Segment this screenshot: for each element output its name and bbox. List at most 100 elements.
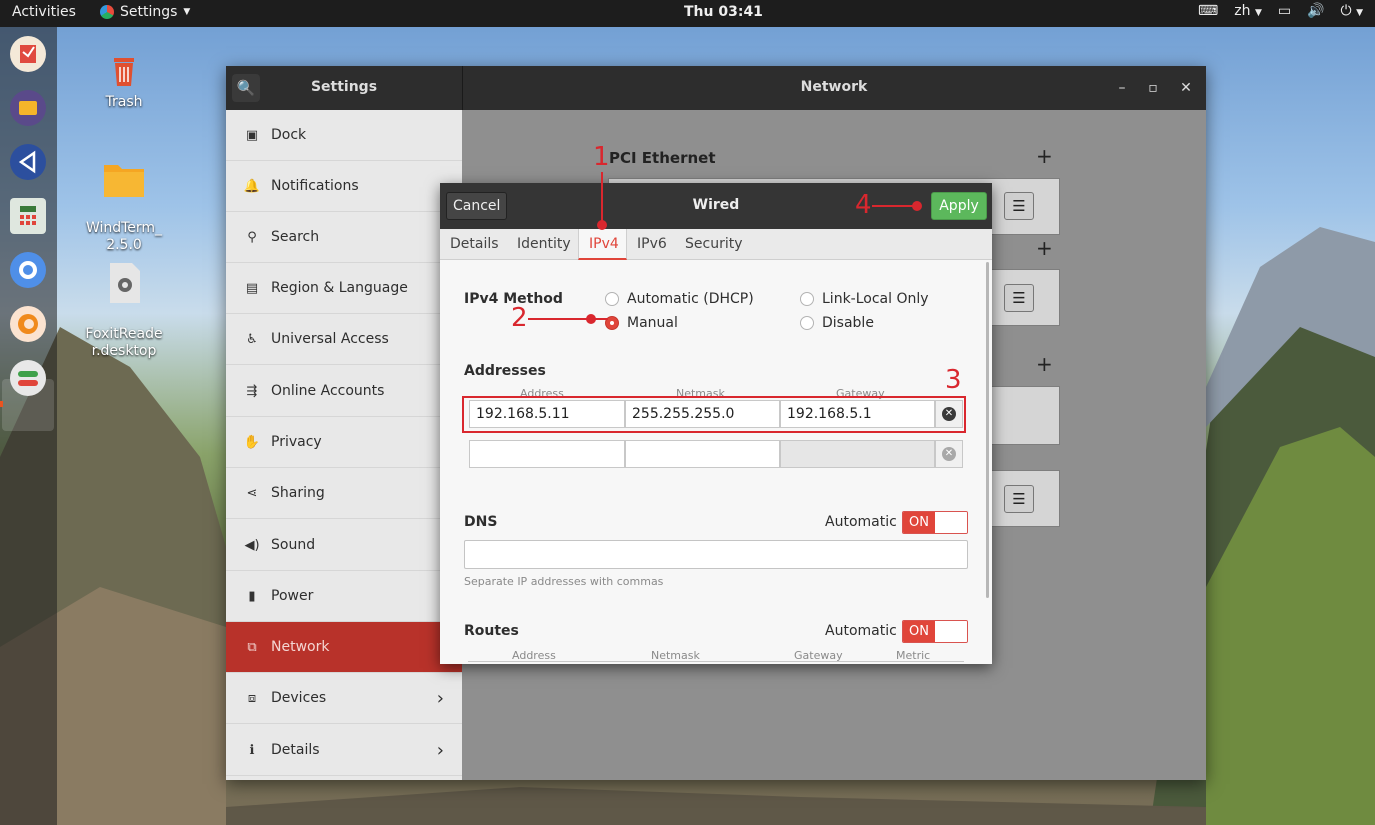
activities-button[interactable]: Activities bbox=[12, 4, 76, 20]
sidebar-item-privacy[interactable]: ✋ Privacy bbox=[226, 417, 462, 468]
dns-input[interactable] bbox=[464, 540, 968, 569]
menu-icon: ☰ bbox=[1012, 490, 1026, 508]
annotation-dot-4 bbox=[912, 201, 922, 211]
sidebar-item-search[interactable]: ⚲ Search bbox=[226, 212, 462, 263]
desktop-icon-trash[interactable]: Trash bbox=[79, 50, 169, 111]
radio-label: Manual bbox=[627, 315, 678, 331]
desktop-icon-windterm[interactable]: WindTerm_ 2.5.0 bbox=[79, 142, 169, 254]
settings-app-icon[interactable] bbox=[10, 360, 46, 396]
clock[interactable]: Thu 03:41 bbox=[684, 4, 763, 20]
calculator-app-icon[interactable] bbox=[10, 198, 46, 234]
sidebar-item-notifications[interactable]: 🔔 Notifications bbox=[226, 161, 462, 212]
screen-icon[interactable]: ▭ bbox=[1278, 3, 1291, 19]
maximize-button[interactable]: ▫ bbox=[1143, 78, 1163, 98]
scrollbar[interactable] bbox=[986, 262, 989, 598]
toggle-knob bbox=[935, 512, 967, 533]
annotation-number-3: 3 bbox=[945, 365, 962, 395]
radio-label: Automatic (DHCP) bbox=[627, 291, 754, 307]
sidebar-item-label: Sharing bbox=[271, 485, 325, 501]
chromium-app-icon[interactable] bbox=[10, 252, 46, 288]
sidebar-item-region-language[interactable]: ▤ Region & Language bbox=[226, 263, 462, 314]
dns-automatic-toggle[interactable]: ON bbox=[902, 511, 968, 534]
files-app-icon[interactable] bbox=[10, 90, 46, 126]
close-button[interactable]: ✕ bbox=[1176, 78, 1196, 98]
plus-icon: + bbox=[1036, 352, 1053, 376]
tab-identity[interactable]: Identity bbox=[517, 236, 571, 252]
add-proxy-button[interactable]: + bbox=[1036, 352, 1053, 376]
notes-app-icon[interactable] bbox=[10, 36, 46, 72]
radio-automatic-dhcp[interactable]: Automatic (DHCP) bbox=[605, 291, 754, 307]
app-menu-label: Settings bbox=[120, 4, 178, 20]
netmask-input[interactable] bbox=[625, 440, 780, 468]
add-ethernet-button[interactable]: + bbox=[1036, 144, 1053, 168]
ethernet-section-title: PCI Ethernet bbox=[609, 149, 716, 167]
hand-icon: ✋ bbox=[243, 434, 261, 450]
extra-settings-button[interactable]: ☰ bbox=[1004, 485, 1034, 513]
input-method-menu[interactable]: zh ▼ bbox=[1234, 3, 1262, 19]
annotation-number-2: 2 bbox=[511, 303, 528, 333]
annotation-arrow-2 bbox=[528, 318, 608, 320]
sidebar-item-network[interactable]: ⧉ Network bbox=[226, 622, 462, 673]
panel-title: Network bbox=[800, 79, 868, 95]
tab-ipv6[interactable]: IPv6 bbox=[637, 236, 667, 252]
network-icon: ⧉ bbox=[247, 639, 257, 655]
sidebar-item-label: Dock bbox=[271, 127, 307, 143]
gateway-input[interactable] bbox=[780, 440, 935, 468]
delete-address-button[interactable]: ✕ bbox=[935, 440, 963, 468]
chevron-right-icon: › bbox=[436, 739, 444, 761]
sidebar-item-label: Search bbox=[271, 229, 320, 245]
dock-icon: ▣ bbox=[245, 127, 259, 143]
sidebar-item-universal-access[interactable]: ♿ Universal Access bbox=[226, 314, 462, 365]
sidebar-item-label: Sound bbox=[271, 537, 316, 553]
radio-indicator bbox=[605, 292, 619, 306]
sidebar-item-sound[interactable]: ◀) Sound bbox=[226, 520, 462, 571]
sidebar-item-power[interactable]: ▮ Power bbox=[226, 571, 462, 622]
keyboard-icon[interactable]: ⌨ bbox=[1198, 3, 1218, 19]
sidebar-item-label: Notifications bbox=[271, 178, 359, 194]
radio-indicator bbox=[800, 316, 814, 330]
chevron-down-icon: ▼ bbox=[1356, 8, 1363, 18]
devices-icon: ⧈ bbox=[247, 690, 257, 706]
input-method-label: zh bbox=[1234, 3, 1251, 19]
address-input[interactable] bbox=[469, 440, 625, 468]
radio-link-local-only[interactable]: Link-Local Only bbox=[800, 291, 929, 307]
minimize-icon: – bbox=[1118, 80, 1126, 96]
vscode-app-icon[interactable] bbox=[10, 144, 46, 180]
volume-icon[interactable]: 🔊 bbox=[1307, 3, 1324, 19]
chevron-right-icon: › bbox=[436, 687, 444, 709]
top-bar: Activities Settings ▼ Thu 03:41 ⌨ zh ▼ ▭… bbox=[0, 0, 1375, 27]
sidebar-item-details[interactable]: ℹ Details › bbox=[226, 725, 462, 776]
radio-indicator bbox=[800, 292, 814, 306]
tab-security[interactable]: Security bbox=[685, 236, 743, 252]
tab-details[interactable]: Details bbox=[450, 236, 499, 252]
minimize-button[interactable]: – bbox=[1112, 78, 1132, 98]
radio-label: Disable bbox=[822, 315, 874, 331]
routes-row-edge bbox=[468, 661, 964, 664]
speaker-icon: ◀) bbox=[244, 537, 260, 553]
folder-icon bbox=[104, 165, 144, 197]
sidebar-item-devices[interactable]: ⧈ Devices › bbox=[226, 673, 462, 724]
sidebar-item-dock[interactable]: ▣ Dock bbox=[226, 110, 462, 161]
vpn-settings-button[interactable]: ☰ bbox=[1004, 284, 1034, 312]
sidebar-item-sharing[interactable]: ⋖ Sharing bbox=[226, 468, 462, 519]
app-menu[interactable]: Settings ▼ bbox=[100, 4, 190, 20]
sidebar-item-online-accounts[interactable]: ⇶ Online Accounts bbox=[226, 366, 462, 417]
routes-automatic-toggle[interactable]: ON bbox=[902, 620, 968, 643]
desktop-icon-label: Trash bbox=[105, 94, 143, 110]
radio-disable[interactable]: Disable bbox=[800, 315, 874, 331]
dns-label: DNS bbox=[464, 514, 498, 530]
power-icon: ⏻ bbox=[1340, 3, 1352, 19]
apply-button[interactable]: Apply bbox=[931, 192, 987, 220]
ethernet-settings-button[interactable]: ☰ bbox=[1004, 192, 1034, 220]
radio-manual[interactable]: Manual bbox=[605, 315, 678, 331]
maximize-icon: ▫ bbox=[1148, 80, 1158, 96]
menu-icon: ☰ bbox=[1012, 197, 1026, 215]
power-menu[interactable]: ⏻ ▼ bbox=[1341, 3, 1363, 19]
dock-running-indicator bbox=[0, 401, 3, 407]
foxit-app-icon[interactable] bbox=[10, 306, 46, 342]
sidebar-item-label: Region & Language bbox=[271, 280, 408, 296]
desktop-icon-foxitreader[interactable]: FoxitReade r.desktop bbox=[79, 244, 169, 360]
tab-ipv4[interactable]: IPv4 bbox=[589, 236, 619, 252]
sidebar-item-label: Network bbox=[271, 639, 330, 655]
add-vpn-button[interactable]: + bbox=[1036, 236, 1053, 260]
